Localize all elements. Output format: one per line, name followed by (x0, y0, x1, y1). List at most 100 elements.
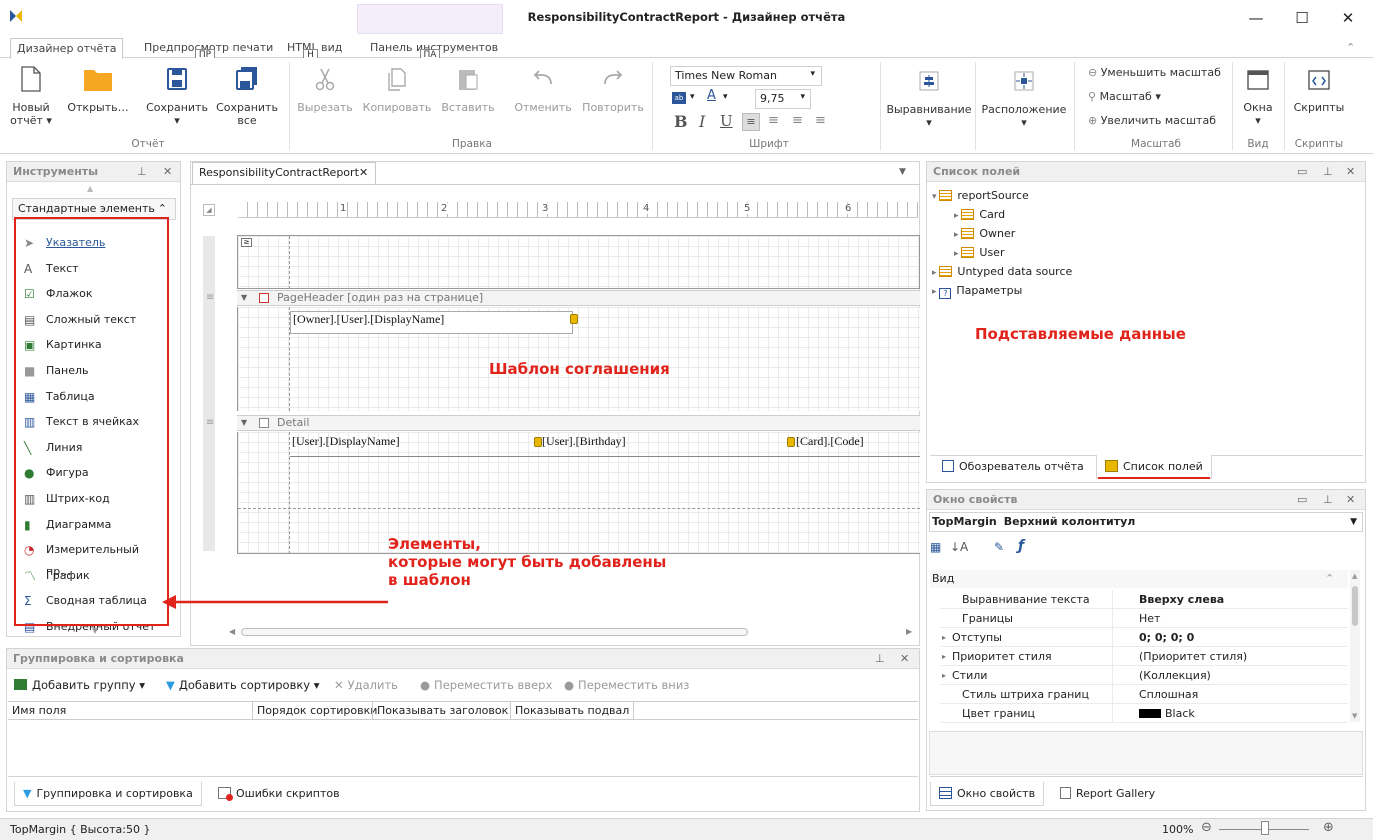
tree-node[interactable]: ▾ reportSource (932, 186, 1029, 205)
tab-field-list[interactable]: Список полей (1096, 455, 1212, 479)
tree-node[interactable]: ▸ User (954, 243, 1004, 262)
tree-node[interactable]: ▸ Card (954, 205, 1005, 224)
drag-handle-icon[interactable]: ≡ (206, 292, 214, 303)
font-color-icon[interactable]: A (707, 88, 716, 103)
tree-node[interactable]: ▸ Untyped data source (932, 262, 1072, 281)
paste-button[interactable]: Вставить (438, 66, 498, 114)
categorized-icon[interactable]: ▦ (930, 540, 941, 554)
save-all-button[interactable]: Сохранить все (214, 66, 280, 127)
font-size-select[interactable]: 9,75 ▾ (755, 89, 811, 109)
property-value[interactable]: Black (1112, 704, 1195, 723)
column-header[interactable]: Показывать подвал (510, 701, 635, 720)
close-icon[interactable]: ✕ (163, 162, 172, 182)
property-row[interactable]: Цвет границ Black (940, 704, 1348, 723)
column-header[interactable]: Имя поля (12, 704, 66, 717)
tab-report-designer[interactable]: Дизайнер отчёта (10, 38, 124, 59)
property-row[interactable]: Границы Нет (940, 609, 1348, 628)
property-category[interactable]: Вид ⌃ (930, 570, 1348, 588)
property-value[interactable]: (Коллекция) (1112, 666, 1211, 685)
layout-button[interactable]: Расположение ▾ (980, 70, 1068, 129)
collapse-icon[interactable]: ▼ (241, 416, 247, 430)
move-down-button[interactable]: ● Переместить вниз (564, 678, 689, 692)
property-value[interactable]: Сплошная (1112, 685, 1198, 704)
zoom-button[interactable]: ⚲ Масштаб ▾ (1088, 90, 1161, 103)
copy-button[interactable]: Копировать (360, 66, 434, 114)
open-button[interactable]: Открыть… (60, 66, 136, 114)
redo-button[interactable]: Повторить (580, 66, 646, 114)
zoom-in-button[interactable]: ⊕ Увеличить масштаб (1088, 114, 1216, 127)
tab-grouping[interactable]: ▼ Группировка и сортировка (14, 782, 202, 806)
pin-icon[interactable]: ⊥ (1323, 490, 1333, 510)
collapsed-arrow-icon[interactable]: ▸ (932, 268, 939, 278)
zoom-slider-thumb[interactable] (1261, 821, 1269, 835)
expand-arrow-icon[interactable]: ▸ (942, 628, 946, 647)
scripts-button[interactable]: Скрипты (1288, 68, 1350, 114)
events-icon[interactable]: ƒ (1018, 538, 1024, 554)
tab-report-explorer[interactable]: Обозреватель отчёта (934, 455, 1092, 479)
collapsed-arrow-icon[interactable]: ▸ (932, 287, 939, 297)
scroll-down-icon[interactable]: ▼ (92, 626, 98, 635)
italic-button[interactable]: I (699, 112, 705, 131)
save-button[interactable]: Сохранить ▾ (144, 66, 210, 127)
field-user-birthday[interactable]: [User].[Birthday] (542, 434, 787, 454)
property-row[interactable]: ▸ Отступы 0; 0; 0; 0 (940, 628, 1348, 647)
pin-icon[interactable]: ⊥ (875, 649, 885, 669)
pin-icon[interactable]: ⊥ (1323, 162, 1333, 182)
close-icon[interactable]: ✕ (359, 163, 368, 183)
band-header-pageheader[interactable]: ▼ PageHeader [один раз на странице] (237, 290, 920, 306)
close-icon[interactable]: ✕ (900, 649, 909, 669)
column-header[interactable]: Порядок сортировки (252, 701, 381, 720)
chevron-down-icon[interactable]: ▾ (723, 92, 728, 102)
close-icon[interactable]: ✕ (1346, 490, 1355, 510)
bold-button[interactable]: B (674, 112, 688, 131)
property-value[interactable]: 0; 0; 0; 0 (1112, 628, 1194, 647)
property-value[interactable]: Нет (1112, 609, 1160, 628)
object-selector[interactable]: TopMargin Верхний колонтитул ▼ (929, 512, 1363, 532)
add-group-button[interactable]: Добавить группу ▾ (14, 678, 145, 692)
new-report-button[interactable]: Новый отчёт ▾ (8, 66, 54, 127)
property-row[interactable]: ▸ Приоритет стиля (Приоритет стиля) (940, 647, 1348, 666)
minimize-button[interactable]: — (1233, 4, 1279, 32)
corner-button[interactable]: ◢ (203, 204, 215, 216)
tab-report-gallery[interactable]: Report Gallery (1052, 782, 1163, 806)
collapsed-arrow-icon[interactable]: ▸ (954, 230, 961, 240)
align-center-icon[interactable]: ≡ (768, 113, 779, 128)
collapse-ribbon-icon[interactable]: ⌃ (1346, 41, 1355, 54)
add-sort-button[interactable]: ▼ Добавить сортировку ▾ (166, 678, 320, 692)
column-header[interactable]: Показывать заголовок (372, 701, 512, 720)
pin-icon[interactable]: ⊥ (137, 162, 147, 182)
drag-handle-icon[interactable]: ≡ (206, 417, 214, 428)
tree-node[interactable]: ▸ ? Параметры (932, 281, 1022, 300)
undo-button[interactable]: Отменить (509, 66, 577, 114)
chevron-down-icon[interactable]: ▼ (899, 167, 906, 177)
property-value[interactable]: (Приоритет стиля) (1112, 647, 1247, 666)
property-row[interactable]: Стиль штриха границ Сплошная (940, 685, 1348, 704)
horizontal-scrollbar[interactable] (241, 628, 748, 636)
collapse-icon[interactable]: ▼ (241, 291, 247, 305)
field-owner-displayname[interactable]: [Owner].[User].[DisplayName] (290, 311, 573, 334)
close-icon[interactable]: ✕ (1346, 162, 1355, 182)
collapsed-arrow-icon[interactable]: ▸ (954, 211, 961, 221)
property-value[interactable]: Вверху слева (1112, 590, 1224, 609)
scroll-thumb[interactable] (1352, 586, 1358, 626)
align-left-icon[interactable]: ≡ (742, 113, 760, 131)
property-row[interactable]: ▸ Стили (Коллекция) (940, 666, 1348, 685)
band-topmargin[interactable] (237, 235, 920, 289)
underline-button[interactable]: U (720, 112, 733, 130)
tab-script-errors[interactable]: Ошибки скриптов (210, 782, 348, 806)
band-header-detail[interactable]: ▼ Detail (237, 415, 920, 431)
delete-button[interactable]: ✕ Удалить (334, 678, 398, 692)
maximize-icon[interactable]: ▭ (1297, 162, 1307, 182)
scroll-down-icon[interactable]: ▼ (1352, 712, 1357, 720)
properties-icon[interactable]: ✎ (994, 540, 1004, 554)
maximize-button[interactable]: ☐ (1279, 4, 1325, 32)
expand-arrow-icon[interactable]: ▸ (942, 666, 946, 685)
property-row[interactable]: Выравнивание текста Вверху слева (940, 590, 1348, 609)
windows-button[interactable]: Окна ▾ (1236, 68, 1280, 127)
align-right-icon[interactable]: ≡ (792, 113, 803, 128)
move-up-button[interactable]: ● Переместить вверх (420, 678, 552, 692)
tab-properties[interactable]: Окно свойств (930, 782, 1045, 806)
scroll-left-icon[interactable]: ◀ (229, 627, 235, 636)
scroll-right-icon[interactable]: ▶ (906, 627, 912, 636)
scroll-up-icon[interactable]: ▲ (1352, 572, 1357, 580)
